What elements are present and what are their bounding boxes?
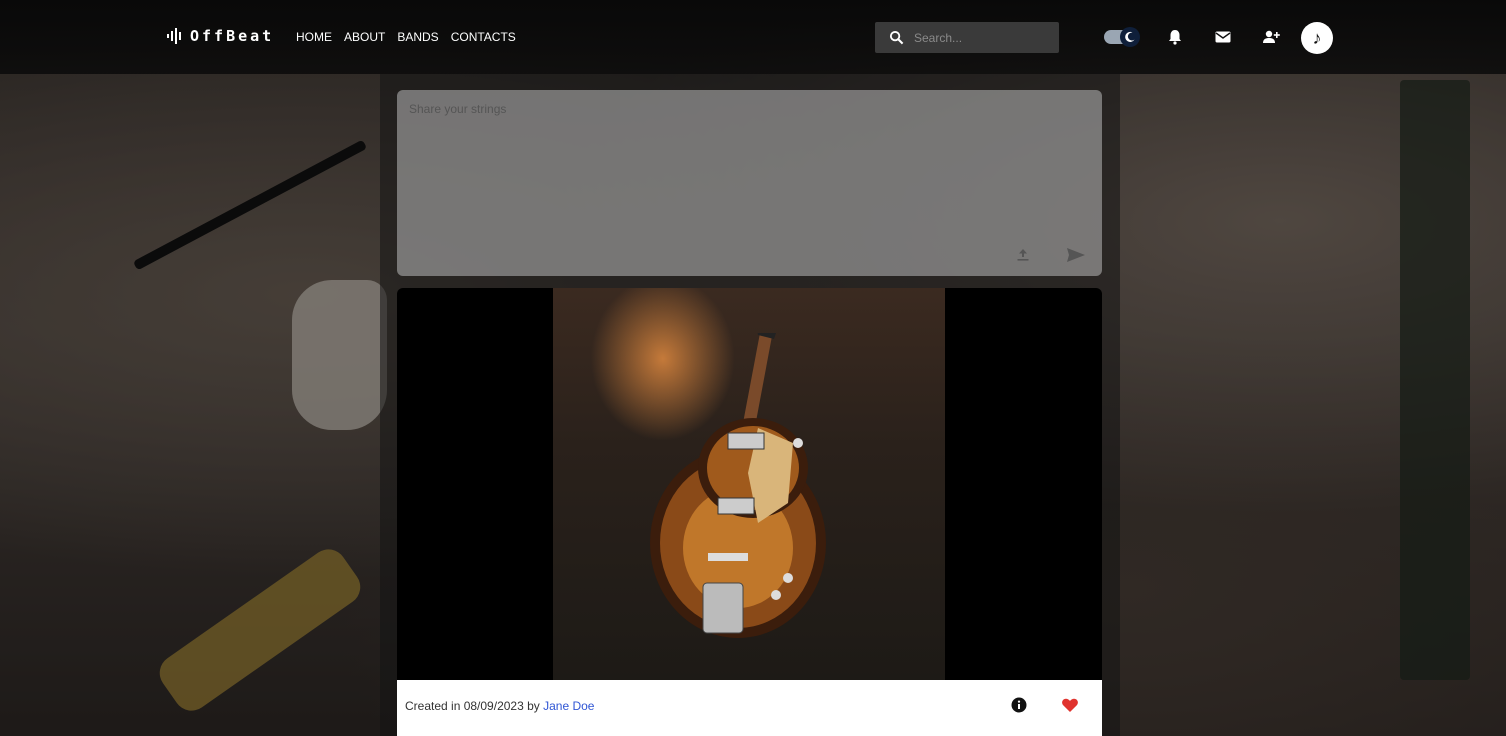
nav-link-contacts[interactable]: CONTACTS <box>451 30 516 44</box>
heart-icon[interactable] <box>1061 696 1079 714</box>
post-author-link[interactable]: Jane Doe <box>543 699 594 713</box>
composer-input[interactable] <box>407 100 1091 234</box>
upload-icon[interactable] <box>1014 246 1032 264</box>
messages-button[interactable] <box>1214 28 1232 46</box>
waveform-icon <box>167 28 181 44</box>
search-icon <box>889 30 904 45</box>
toggle-thumb <box>1120 27 1140 47</box>
friends-button[interactable] <box>1262 28 1280 46</box>
bell-icon <box>1169 30 1181 45</box>
moon-icon <box>1125 31 1135 42</box>
nav-link-about[interactable]: ABOUT <box>344 30 385 44</box>
post-image[interactable] <box>553 288 945 680</box>
nav-link-bands[interactable]: BANDS <box>397 30 438 44</box>
avatar[interactable]: ♪ <box>1301 22 1333 54</box>
post-meta: Created in 08/09/2023 by Jane Doe <box>405 699 594 713</box>
nav-links: HOME ABOUT BANDS CONTACTS <box>296 30 516 44</box>
notifications-button[interactable] <box>1166 28 1184 46</box>
navbar: OffBeat HOME ABOUT BANDS CONTACTS Search… <box>0 0 1506 74</box>
brand-logo[interactable]: OffBeat <box>166 27 274 45</box>
brand-name: OffBeat <box>190 27 275 45</box>
guitar-illustration <box>650 333 826 638</box>
mail-icon <box>1215 31 1231 43</box>
post-card: Created in 08/09/2023 by Jane Doe <box>397 288 1102 736</box>
info-icon[interactable] <box>1011 697 1027 713</box>
post-footer: Created in 08/09/2023 by Jane Doe <box>397 680 1102 736</box>
post-composer <box>397 90 1102 276</box>
nav-link-home[interactable]: HOME <box>296 30 332 44</box>
search-box <box>875 22 1059 53</box>
search-input[interactable] <box>912 29 1056 46</box>
post-created-label: Created in 08/09/2023 by <box>405 699 544 713</box>
music-note-icon: ♪ <box>1312 27 1322 48</box>
add-user-icon <box>1263 30 1280 43</box>
theme-toggle[interactable] <box>1104 27 1142 47</box>
send-icon[interactable] <box>1066 246 1086 264</box>
